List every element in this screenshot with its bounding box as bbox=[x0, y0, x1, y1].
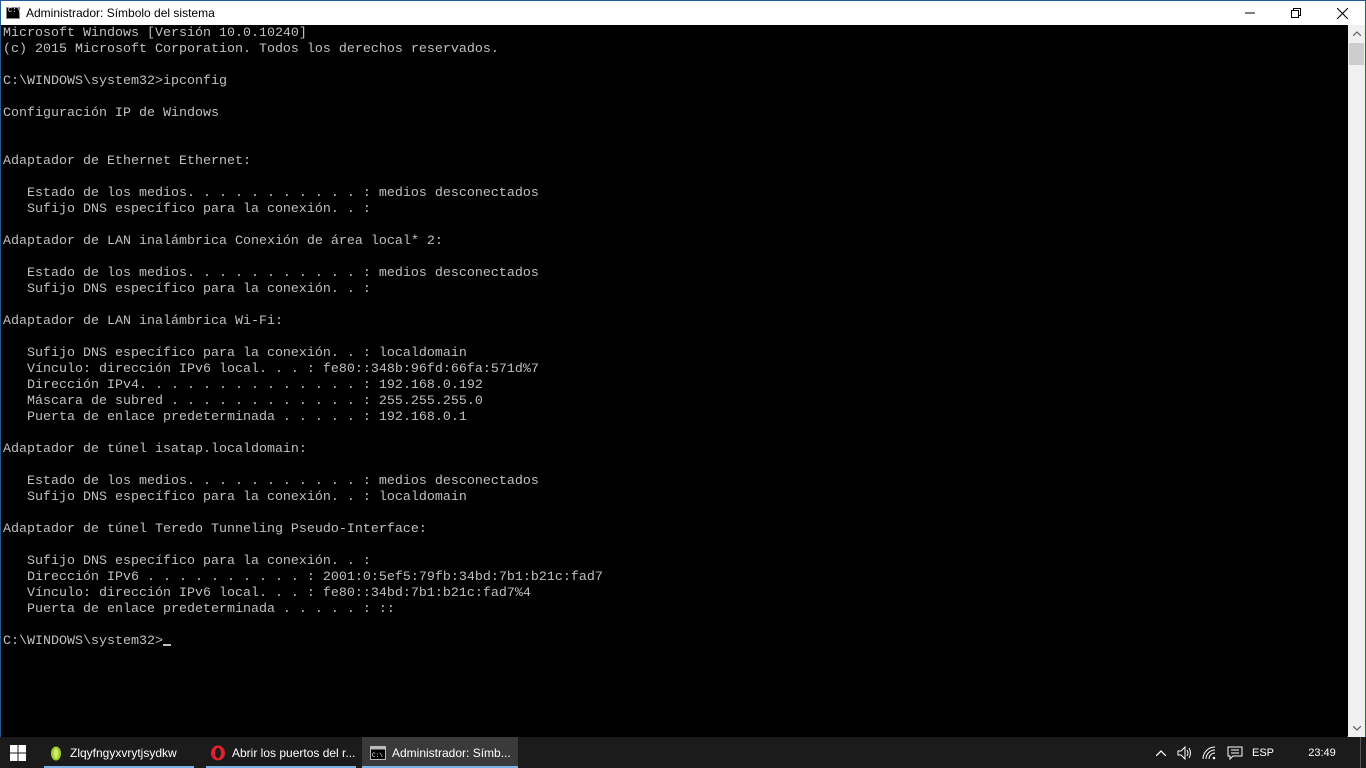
action-center-button[interactable] bbox=[1224, 737, 1246, 768]
console-line: (c) 2015 Microsoft Corporation. Todos lo… bbox=[3, 42, 499, 57]
start-button[interactable] bbox=[0, 737, 36, 768]
console-line: Estado de los medios. . . . . . . . . . … bbox=[3, 474, 539, 489]
network-button[interactable] bbox=[1200, 737, 1220, 768]
console-line: Adaptador de túnel isatap.localdomain: bbox=[3, 442, 307, 457]
scroll-up-button[interactable] bbox=[1348, 25, 1365, 42]
title-bar[interactable]: Administrador: Símbolo del sistema bbox=[1, 1, 1365, 25]
svg-text:C:\: C:\ bbox=[372, 752, 383, 759]
console-line: Adaptador de LAN inalámbrica Wi-Fi: bbox=[3, 314, 283, 329]
cmd-icon bbox=[6, 7, 21, 19]
console-line: Adaptador de LAN inalámbrica Conexión de… bbox=[3, 234, 443, 249]
console-line: Dirección IPv4. . . . . . . . . . . . . … bbox=[3, 378, 483, 393]
console-line: Sufijo DNS específico para la conexión. … bbox=[3, 282, 371, 297]
windows-logo-icon bbox=[10, 744, 26, 761]
leaf-app-icon bbox=[51, 746, 61, 760]
notification-icon bbox=[1227, 746, 1243, 760]
volume-icon bbox=[1177, 745, 1191, 760]
input-language-button[interactable]: ESP bbox=[1248, 737, 1278, 768]
taskbar-item-cmd[interactable]: C:\ Administrador: Símb... bbox=[362, 737, 518, 768]
minimize-icon bbox=[1245, 12, 1255, 14]
show-desktop-button[interactable] bbox=[1360, 737, 1366, 768]
cmd-icon: C:\ bbox=[370, 745, 386, 760]
console-line: Dirección IPv6 . . . . . . . . . . : 200… bbox=[3, 570, 603, 585]
arrow-up-icon bbox=[1352, 31, 1361, 36]
console-line: Vínculo: dirección IPv6 local. . . : fe8… bbox=[3, 362, 539, 377]
command-prompt-window: Administrador: Símbolo del sistema Micro… bbox=[0, 0, 1366, 737]
opera-icon bbox=[211, 745, 225, 760]
show-hidden-icons-button[interactable] bbox=[1152, 737, 1170, 768]
taskbar-item-opera[interactable]: Abrir los puertos del r... bbox=[202, 737, 358, 768]
text-cursor bbox=[162, 644, 171, 646]
scroll-thumb[interactable] bbox=[1349, 43, 1364, 65]
console-line: Estado de los medios. . . . . . . . . . … bbox=[3, 266, 539, 281]
console-line: Puerta de enlace predeterminada . . . . … bbox=[3, 410, 467, 425]
console-line: Adaptador de túnel Teredo Tunneling Pseu… bbox=[3, 522, 427, 537]
arrow-down-icon bbox=[1352, 726, 1361, 731]
vertical-scrollbar[interactable] bbox=[1348, 25, 1365, 737]
taskbar: Zlqyfngyxvrytjsydkw Abrir los puertos de… bbox=[0, 737, 1366, 768]
taskbar-item-label: Zlqyfngyxvrytjsydkw bbox=[70, 745, 177, 760]
console-line: Microsoft Windows [Versión 10.0.10240] bbox=[3, 26, 307, 41]
console-line: Sufijo DNS específico para la conexión. … bbox=[3, 346, 467, 361]
console-line: Sufijo DNS específico para la conexión. … bbox=[3, 202, 371, 217]
clock[interactable]: 23:49 bbox=[1298, 737, 1346, 768]
console-line: Configuración IP de Windows bbox=[3, 106, 219, 121]
console-line: Adaptador de Ethernet Ethernet: bbox=[3, 154, 251, 169]
console-output: Microsoft Windows [Versión 10.0.10240] (c… bbox=[3, 26, 603, 650]
console-line: Sufijo DNS específico para la conexión. … bbox=[3, 554, 371, 569]
chevron-up-icon bbox=[1156, 749, 1166, 756]
restore-icon bbox=[1291, 8, 1301, 18]
wifi-icon bbox=[1202, 746, 1216, 759]
minimize-button[interactable] bbox=[1227, 1, 1273, 25]
taskbar-item-app[interactable]: Zlqyfngyxvrytjsydkw bbox=[40, 737, 198, 768]
taskbar-item-label: Abrir los puertos del r... bbox=[232, 745, 356, 760]
close-icon bbox=[1336, 7, 1348, 19]
console-line: Estado de los medios. . . . . . . . . . … bbox=[3, 186, 539, 201]
close-button[interactable] bbox=[1319, 1, 1365, 25]
console-line: Sufijo DNS específico para la conexión. … bbox=[3, 490, 467, 505]
volume-button[interactable] bbox=[1175, 737, 1195, 768]
maximize-button[interactable] bbox=[1273, 1, 1319, 25]
console-line: C:\WINDOWS\system32>ipconfig bbox=[3, 74, 227, 89]
console-area[interactable]: Microsoft Windows [Versión 10.0.10240] (c… bbox=[1, 25, 1347, 737]
scroll-down-button[interactable] bbox=[1348, 720, 1365, 737]
console-lines: Microsoft Windows [Versión 10.0.10240] (c… bbox=[3, 26, 603, 634]
console-line: Vínculo: dirección IPv6 local. . . : fe8… bbox=[3, 586, 531, 601]
console-line: Puerta de enlace predeterminada . . . . … bbox=[3, 602, 395, 617]
taskbar-item-label: Administrador: Símb... bbox=[392, 745, 511, 760]
console-prompt: C:\WINDOWS\system32> bbox=[3, 634, 163, 649]
console-line: Máscara de subred . . . . . . . . . . . … bbox=[3, 394, 483, 409]
window-title: Administrador: Símbolo del sistema bbox=[26, 6, 215, 20]
